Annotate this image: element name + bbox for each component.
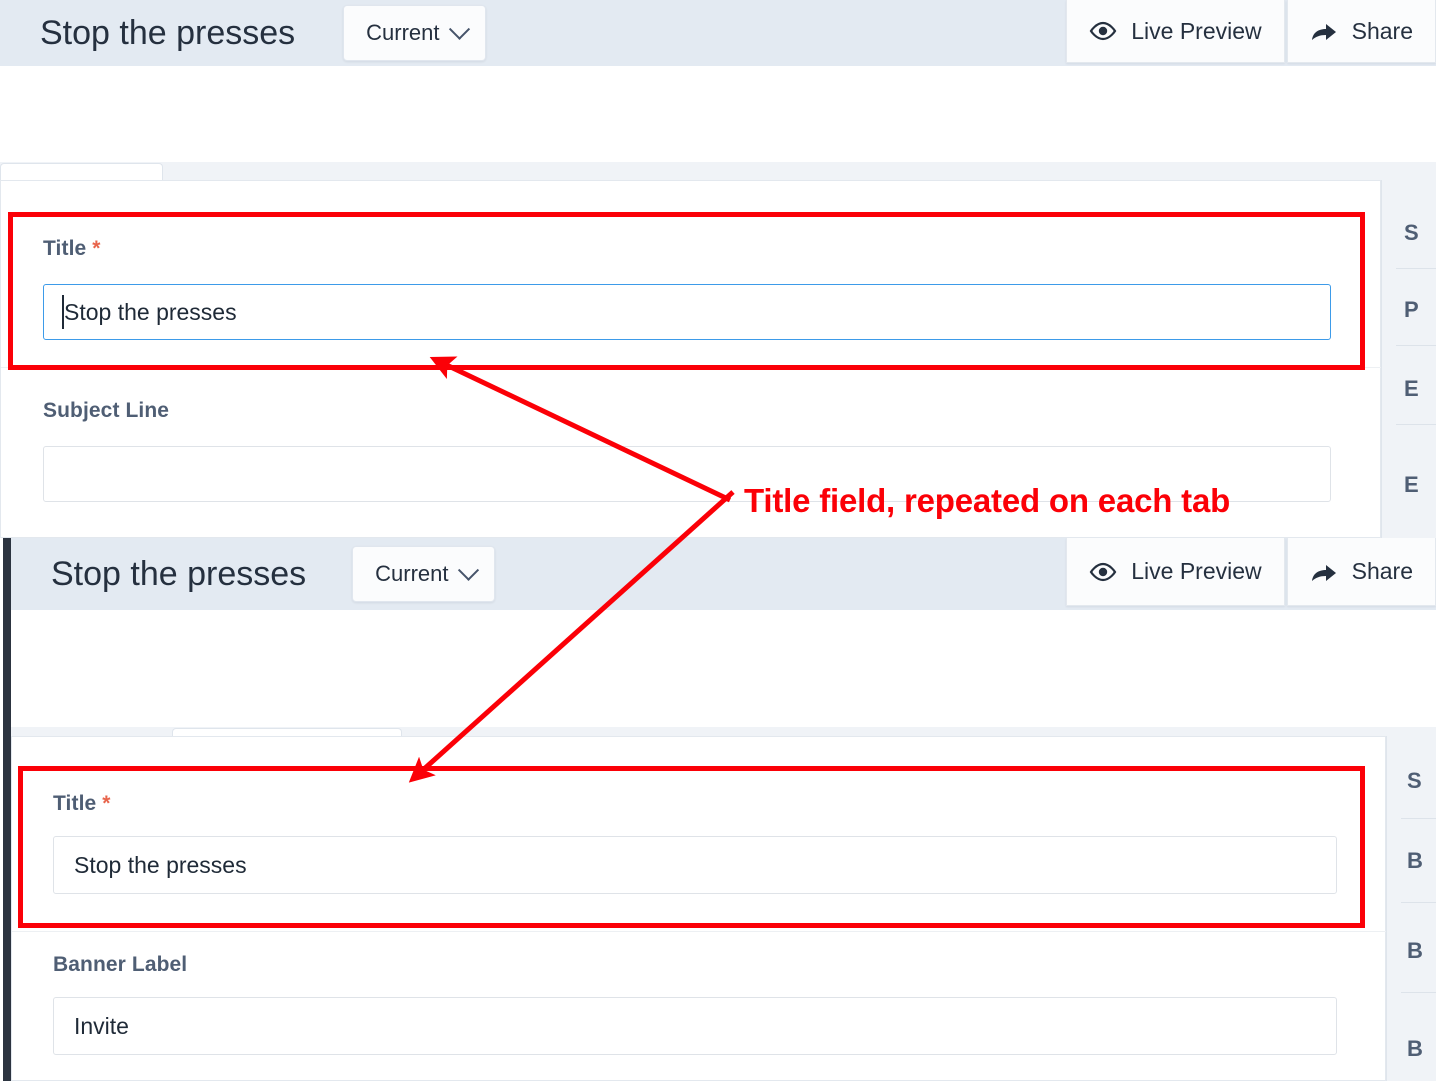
live-preview-button-bottom[interactable]: Live Preview xyxy=(1066,538,1285,606)
live-preview-label-bottom: Live Preview xyxy=(1131,558,1262,584)
title-input-bottom[interactable]: Stop the presses xyxy=(53,836,1337,894)
screenshot-banner-theme-tab: Stop the presses Current Live Preview Sh… xyxy=(0,538,1436,1081)
rail-separator-bottom-1 xyxy=(1401,902,1436,903)
right-rail-bottom: S B B B xyxy=(1386,736,1436,1081)
window-left-gutter xyxy=(3,538,11,1081)
title-input-value: Stop the presses xyxy=(64,298,237,325)
title-input-value-bottom: Stop the presses xyxy=(74,851,247,878)
version-selector-button-bottom[interactable]: Current xyxy=(352,546,495,602)
text-caret xyxy=(62,295,64,329)
title-label-text-bottom: Title xyxy=(53,792,97,815)
rail-item-2[interactable]: E xyxy=(1404,376,1419,402)
share-label-bottom: Share xyxy=(1351,558,1413,584)
rail-separator-1 xyxy=(1396,345,1436,346)
rail-separator-bottom-2 xyxy=(1401,992,1436,993)
banner-label-input[interactable]: Invite xyxy=(53,997,1337,1055)
form-card-bottom: Title * Stop the presses Banner Label Inv… xyxy=(11,736,1387,1081)
title-input[interactable]: Stop the presses xyxy=(43,284,1331,340)
rail-item-bottom-0[interactable]: S xyxy=(1407,768,1422,794)
rail-item-3[interactable]: E xyxy=(1404,472,1419,498)
chevron-down-icon xyxy=(457,559,479,581)
field-divider xyxy=(1,367,1382,368)
rail-item-0[interactable]: S xyxy=(1404,220,1419,246)
required-asterisk-bottom: * xyxy=(102,792,111,815)
rail-item-1[interactable]: P xyxy=(1404,297,1419,323)
header-actions-bottom: Live Preview Share xyxy=(1066,538,1436,606)
rail-item-bottom-1[interactable]: B xyxy=(1407,848,1423,874)
title-field-label-bottom: Title * xyxy=(53,792,111,816)
share-arrow-icon xyxy=(1311,24,1336,40)
page-title: Stop the presses xyxy=(40,14,296,52)
version-selector-label-bottom: Current xyxy=(375,561,449,586)
field-divider-bottom xyxy=(12,931,1387,932)
app-header-bottom: Stop the presses Current Live Preview Sh… xyxy=(11,538,1436,610)
header-actions-top: Live Preview Share xyxy=(1066,0,1436,63)
annotation-label: Title field, repeated on each tab xyxy=(744,482,1231,519)
app-header-top: Stop the presses Current Live Preview Sh… xyxy=(0,0,1436,66)
eye-icon xyxy=(1089,21,1117,41)
share-button[interactable]: Share xyxy=(1286,0,1436,63)
banner-label-input-value: Invite xyxy=(74,1012,129,1039)
share-arrow-icon xyxy=(1311,564,1336,581)
right-rail-top: S P E E xyxy=(1381,180,1436,538)
rail-separator-0 xyxy=(1396,268,1436,269)
chevron-down-icon xyxy=(448,18,470,40)
share-button-bottom[interactable]: Share xyxy=(1286,538,1436,606)
version-selector-label: Current xyxy=(366,20,440,45)
rail-item-bottom-3[interactable]: B xyxy=(1407,1036,1423,1062)
eye-icon xyxy=(1089,562,1117,581)
required-asterisk: * xyxy=(92,237,101,260)
screenshot-common-tab: Stop the presses Current Live Preview Sh… xyxy=(0,0,1436,538)
live-preview-button[interactable]: Live Preview xyxy=(1066,0,1285,63)
share-label: Share xyxy=(1351,17,1413,44)
version-selector-button[interactable]: Current xyxy=(343,5,486,61)
subject-line-field-label: Subject Line xyxy=(43,399,169,423)
rail-item-bottom-2[interactable]: B xyxy=(1407,938,1423,964)
live-preview-label: Live Preview xyxy=(1131,17,1262,44)
title-field-label: Title * xyxy=(43,237,101,261)
title-label-text: Title xyxy=(43,237,87,260)
banner-label-label-text: Banner Label xyxy=(53,953,188,976)
rail-separator-bottom-0 xyxy=(1401,818,1436,819)
subject-line-label-text: Subject Line xyxy=(43,399,170,422)
banner-label-field-label: Banner Label xyxy=(53,953,187,977)
page-title-bottom: Stop the presses xyxy=(51,555,307,593)
rail-separator-2 xyxy=(1396,424,1436,425)
